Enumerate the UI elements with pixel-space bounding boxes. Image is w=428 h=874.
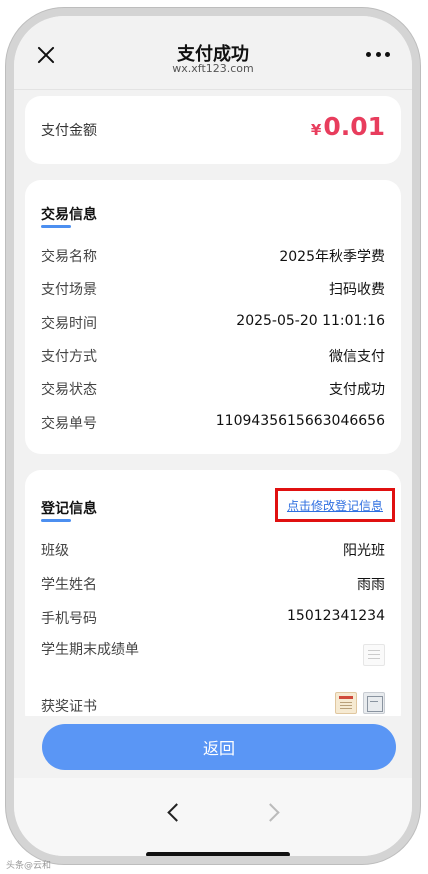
row-key: 获奖证书: [41, 699, 97, 715]
row-value: 2025-05-20 11:01:16: [236, 313, 385, 329]
trade-row-order-id: 交易单号 1109435615663046656: [41, 413, 385, 433]
row-key: 学生期末成绩单: [41, 642, 139, 658]
trade-row-method: 支付方式 微信支付: [41, 346, 385, 366]
header-bar: 支付成功 wx.xft123.com: [14, 16, 412, 90]
trade-row-name: 交易名称 2025年秋季学费: [41, 246, 385, 266]
trade-row-scene: 支付场景 扫码收费: [41, 279, 385, 299]
edit-registration-label: 点击修改登记信息: [286, 498, 383, 513]
edit-registration-link[interactable]: 点击修改登记信息: [275, 488, 395, 522]
trade-info-card: 交易信息 交易名称 2025年秋季学费 支付场景 扫码收费 交易时间 2025-…: [25, 180, 401, 454]
more-dots-icon[interactable]: [366, 52, 390, 58]
amount-card: 支付金额 ¥0.01: [25, 96, 401, 164]
row-key: 学生姓名: [41, 577, 97, 593]
trade-info-title: 交易信息: [41, 204, 97, 228]
row-key: 支付方式: [41, 349, 97, 365]
browser-toolbar: [14, 778, 412, 856]
registration-card: 登记信息 点击修改登记信息 班级 阳光班 学生姓名 雨雨 手机号码 150123…: [25, 470, 401, 730]
chevron-right-icon[interactable]: [262, 802, 282, 822]
registration-title: 登记信息: [41, 498, 97, 522]
amount-label: 支付金额: [41, 123, 97, 139]
row-value: 15012341234: [287, 608, 385, 624]
currency-symbol: ¥: [310, 121, 322, 139]
trade-row-status: 交易状态 支付成功: [41, 379, 385, 399]
row-value: 雨雨: [357, 577, 385, 593]
home-indicator[interactable]: [146, 852, 290, 856]
row-key: 交易状态: [41, 382, 97, 398]
amount-number: 0.01: [323, 112, 385, 141]
trade-row-time: 交易时间 2025-05-20 11:01:16: [41, 313, 385, 333]
row-key: 交易单号: [41, 416, 97, 432]
row-value: 2025年秋季学费: [279, 249, 385, 265]
row-value: 微信支付: [329, 349, 385, 365]
reg-row-phone: 手机号码 15012341234: [41, 608, 385, 628]
row-value: 扫码收费: [329, 282, 385, 298]
certificate-thumbnail-1[interactable]: [335, 692, 357, 714]
row-value: 阳光班: [343, 543, 385, 559]
return-button[interactable]: 返回: [42, 724, 396, 770]
reg-row-transcript: 学生期末成绩单: [41, 640, 145, 680]
certificate-thumbnail-2[interactable]: [363, 692, 385, 714]
page-domain: wx.xft123.com: [172, 62, 254, 75]
row-key: 交易时间: [41, 316, 97, 332]
chevron-left-icon[interactable]: [164, 802, 184, 822]
screen: 支付成功 wx.xft123.com 支付金额 ¥0.01 交易信息 交易名称 …: [14, 16, 412, 856]
transcript-thumbnail[interactable]: [363, 644, 385, 666]
amount-value: ¥0.01: [311, 112, 385, 141]
reg-row-student-name: 学生姓名 雨雨: [41, 574, 385, 594]
reg-row-certificate: 获奖证书: [41, 696, 385, 716]
phone-frame: 支付成功 wx.xft123.com 支付金额 ¥0.01 交易信息 交易名称 …: [6, 8, 420, 864]
row-value: 支付成功: [329, 382, 385, 398]
watermark: 头条@云和: [6, 861, 52, 871]
row-key: 手机号码: [41, 611, 97, 627]
row-key: 班级: [41, 543, 69, 559]
row-key: 支付场景: [41, 282, 97, 298]
reg-row-class: 班级 阳光班: [41, 540, 385, 560]
row-value: 1109435615663046656: [215, 413, 385, 429]
row-key: 交易名称: [41, 249, 97, 265]
